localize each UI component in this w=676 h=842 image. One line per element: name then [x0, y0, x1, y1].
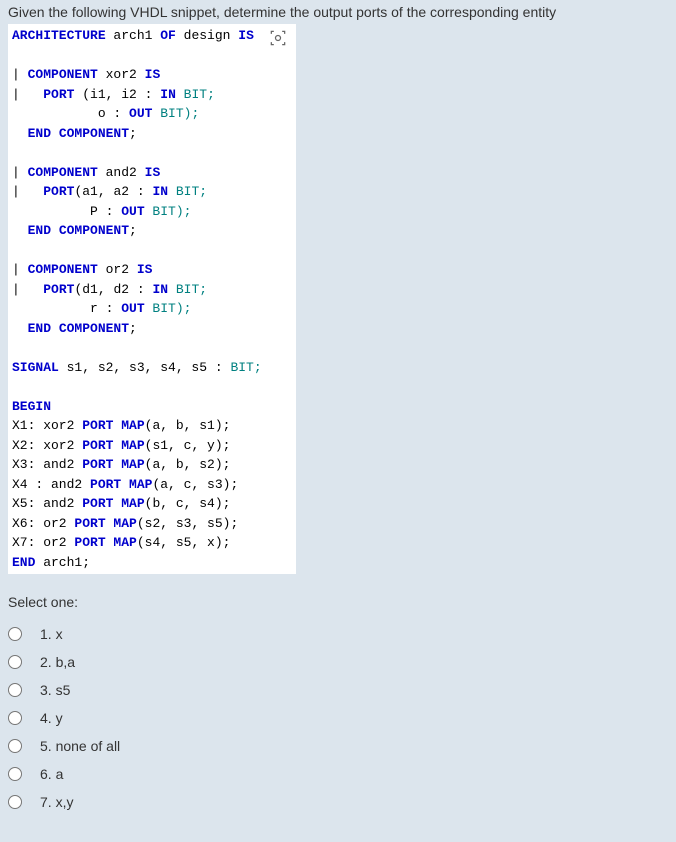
option-label: 1. x	[40, 626, 63, 642]
option-label: 7. x,y	[40, 794, 73, 810]
radio-option-3[interactable]	[8, 683, 22, 697]
select-prompt: Select one:	[0, 574, 676, 620]
option-4[interactable]: 4. y	[8, 704, 668, 732]
option-3[interactable]: 3. s5	[8, 676, 668, 704]
radio-option-6[interactable]	[8, 767, 22, 781]
options-list: 1. x 2. b,a 3. s5 4. y 5. none of all 6.…	[0, 620, 676, 816]
question-text: Given the following VHDL snippet, determ…	[0, 0, 676, 24]
camera-icon	[268, 28, 288, 48]
option-label: 6. a	[40, 766, 63, 782]
option-label: 2. b,a	[40, 654, 75, 670]
radio-option-5[interactable]	[8, 739, 22, 753]
option-label: 4. y	[40, 710, 63, 726]
option-label: 5. none of all	[40, 738, 120, 754]
radio-option-1[interactable]	[8, 627, 22, 641]
code-block: ARCHITECTURE arch1 OF design IS | COMPON…	[8, 24, 296, 574]
radio-option-7[interactable]	[8, 795, 22, 809]
option-1[interactable]: 1. x	[8, 620, 668, 648]
option-2[interactable]: 2. b,a	[8, 648, 668, 676]
radio-option-2[interactable]	[8, 655, 22, 669]
option-label: 3. s5	[40, 682, 70, 698]
option-6[interactable]: 6. a	[8, 760, 668, 788]
option-5[interactable]: 5. none of all	[8, 732, 668, 760]
option-7[interactable]: 7. x,y	[8, 788, 668, 816]
radio-option-4[interactable]	[8, 711, 22, 725]
